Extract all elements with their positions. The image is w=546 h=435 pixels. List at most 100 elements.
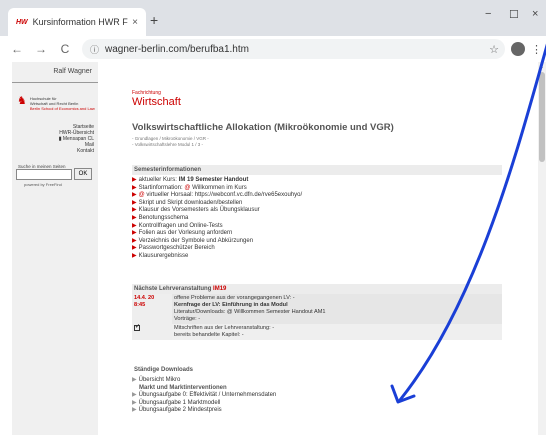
lv-date: 14.4. 20 xyxy=(134,295,155,301)
bookmark-icon: ▮ xyxy=(58,136,62,142)
tab-close-icon[interactable]: × xyxy=(132,17,138,28)
list-item[interactable]: ▶ @ virtueller Horsaal: https://webconf.v… xyxy=(132,192,302,200)
bullet-arrow-icon: ▶ xyxy=(132,184,137,191)
site-info-icon[interactable]: ⓘ xyxy=(90,43,99,56)
page-content: Ralf Wagner ♞ Hochschule für Wirtschaft … xyxy=(0,62,546,435)
profile-avatar[interactable] xyxy=(511,42,525,56)
lv-line[interactable]: Literatur/Downloads: @ Willkommen Semest… xyxy=(174,309,500,316)
item-text: virtueller Horsaal: https://webconf.vc.d… xyxy=(144,192,303,199)
subtitle-line: - Grundlagen / Mikroökonomie / VGR - xyxy=(132,136,209,141)
lv-info-cell: offene Probleme aus der vorangegangenen … xyxy=(172,294,502,324)
list-item[interactable]: ▶ Klausur des Vorsemesters als Übungsklau… xyxy=(132,207,302,215)
lv-line: bereits behandelte Kapitel: - xyxy=(174,332,244,338)
list-item[interactable]: ▶ Kontrollfragen und Online-Tests xyxy=(132,223,302,231)
search-input[interactable] xyxy=(16,169,72,180)
maximize-icon[interactable]: ☐ xyxy=(509,8,519,21)
semester-header: Semesterinformationen xyxy=(132,165,502,175)
table-row: Mitschriften aus der Lehrveranstaltung: … xyxy=(132,324,502,340)
item-text: Benotungsschema xyxy=(138,214,189,221)
list-item[interactable]: ▶ Startinformation: @ Willkommen im Kurs xyxy=(132,185,302,193)
forward-button[interactable]: → xyxy=(34,42,48,56)
item-text: Skript und Skript downloaden/bestellen xyxy=(138,199,243,206)
section-title: Semesterinformationen xyxy=(134,167,202,173)
tab-bar: HW Kursinformation HWR FB 2 × + − ☐ × xyxy=(0,0,546,36)
search-ok-button[interactable]: OK xyxy=(74,168,92,180)
lv-date-cell: 14.4. 20 8:45 xyxy=(132,294,172,324)
bullet-arrow-icon: ▶ xyxy=(132,177,137,183)
scroll-up-icon[interactable]: ▲ xyxy=(539,64,544,70)
lv-notes-cell: Mitschriften aus der Lehrveranstaltung: … xyxy=(172,324,502,340)
bullet-arrow-icon: ▶ xyxy=(132,237,137,244)
item-text: IM 19 Semester Handout xyxy=(178,177,249,183)
download-item[interactable]: ▶ Übungsaufgabe 2 Mindestpreis xyxy=(132,407,276,415)
item-text: Übungsaufgabe 1 Marktmodell xyxy=(138,399,221,406)
bullet-arrow-icon: ▶ xyxy=(132,377,137,383)
powered-by-link[interactable]: powered by FreeFind xyxy=(24,182,62,187)
item-text: Klausurergebnisse xyxy=(138,252,189,259)
item-text: Klausur des Vorsemesters als Übungsklaus… xyxy=(138,207,260,214)
course-code: IM19 xyxy=(213,286,227,292)
new-tab-button[interactable]: + xyxy=(150,12,158,28)
lv-table: 14.4. 20 8:45 offene Probleme aus der vo… xyxy=(132,294,502,340)
scroll-thumb[interactable] xyxy=(539,72,545,162)
bookmark-star-icon[interactable]: ☆ xyxy=(489,43,499,56)
table-row: 14.4. 20 8:45 offene Probleme aus der vo… xyxy=(132,294,502,324)
item-text: Passwortgeschützer Bereich xyxy=(138,245,215,252)
list-item[interactable]: ▶ Verzeichnis der Symbole und Abkürzungen xyxy=(132,238,302,246)
list-item[interactable]: ▶ Benotungsschema xyxy=(132,215,302,223)
scrollbar[interactable]: ▲ xyxy=(538,62,546,435)
item-text: Kontrollfragen und Online-Tests xyxy=(138,222,223,229)
logo-line: Berlin School of Economics and Law xyxy=(29,106,95,111)
item-text: Verzeichnis der Symbole und Abkürzungen xyxy=(138,237,254,244)
address-bar: ← → C ⓘ wagner-berlin.com/berufba1.htm ☆… xyxy=(0,36,546,62)
bullet-arrow-icon: ▶ xyxy=(132,252,137,259)
list-item[interactable]: ▶ Passwortgeschützer Bereich xyxy=(132,245,302,253)
downloads-list: ▶ Übersicht Mikro Markt und Marktintervent… xyxy=(132,377,276,415)
bullet-arrow-icon: ▶ xyxy=(132,407,137,414)
list-item[interactable]: ▶ Klausurergebnisse xyxy=(132,253,302,261)
item-text: Startinformation: xyxy=(138,184,185,191)
back-button[interactable]: ← xyxy=(10,42,24,56)
download-item[interactable]: ▶ Übersicht Mikro xyxy=(132,377,276,385)
list-item[interactable]: ▶ Folien aus der Vorlesung anfordern xyxy=(132,230,302,238)
item-text: Übungsaufgabe 2 Mindestpreis xyxy=(138,407,222,414)
course-subtitle: - Grundlagen / Mikroökonomie / VGR - - V… xyxy=(132,136,209,147)
menu-icon[interactable]: ⋮ xyxy=(531,43,542,56)
tab-title: Kursinformation HWR FB 2 xyxy=(32,17,128,27)
item-text: Folien aus der Vorlesung anfordern xyxy=(138,230,233,237)
bear-icon: ♞ xyxy=(17,95,27,107)
bullet-arrow-icon: ▶ xyxy=(132,214,137,221)
window-close-icon[interactable]: × xyxy=(532,8,538,20)
download-item[interactable]: ▶ Übungsaufgabe 0: Effektivität / Unterne… xyxy=(132,392,276,400)
semester-list: ▶ aktueller Kurs: IM 19 Semester Handout ▶… xyxy=(132,177,302,261)
bullet-arrow-icon: ▶ xyxy=(132,230,137,237)
minimize-icon[interactable]: − xyxy=(485,8,491,20)
sidebar: Ralf Wagner ♞ Hochschule für Wirtschaft … xyxy=(12,62,98,435)
lv-line: Vorträge: - xyxy=(174,316,201,322)
item-text: Übersicht Mikro xyxy=(138,377,181,383)
bullet-arrow-icon: ▶ xyxy=(132,207,137,214)
list-item[interactable]: ▶ aktueller Kurs: IM 19 Semester Handout xyxy=(132,177,302,185)
bullet-arrow-icon: ▶ xyxy=(132,399,137,406)
lv-line: Mitschriften aus der Lehrveranstaltung: … xyxy=(174,325,275,331)
item-text: aktueller Kurs: xyxy=(138,177,179,183)
browser-tab[interactable]: HW Kursinformation HWR FB 2 × xyxy=(8,8,146,36)
sidebar-nav: Startseite HWR-Übersicht ▮ Mensapan CL M… xyxy=(59,124,94,154)
checkbox-icon xyxy=(134,324,140,331)
url-field[interactable]: ⓘ wagner-berlin.com/berufba1.htm ☆ xyxy=(82,39,505,59)
section-title: Nächste Lehrveranstaltung xyxy=(134,286,212,292)
author-name: Ralf Wagner xyxy=(53,68,92,75)
item-text: Willkommen im Kurs xyxy=(190,184,247,191)
divider xyxy=(12,82,98,83)
item-text: Markt und Marktinterventionen xyxy=(139,384,227,391)
hwr-logo[interactable]: ♞ Hochschule für Wirtschaft und Recht Be… xyxy=(17,95,95,112)
downloads-header: Ständige Downloads xyxy=(132,365,502,375)
fachrichtung-title: Wirtschaft xyxy=(132,96,181,108)
lv-time: 8:45 xyxy=(134,302,146,308)
bullet-arrow-icon: ▶ xyxy=(132,192,137,199)
reload-button[interactable]: C xyxy=(58,42,72,56)
lv-line: Kernfrage der LV: Einführung in das Modu… xyxy=(174,302,288,308)
checkbox-cell xyxy=(132,324,172,340)
url-text: wagner-berlin.com/berufba1.htm xyxy=(105,43,249,55)
nav-kontakt[interactable]: Kontakt xyxy=(59,148,94,154)
